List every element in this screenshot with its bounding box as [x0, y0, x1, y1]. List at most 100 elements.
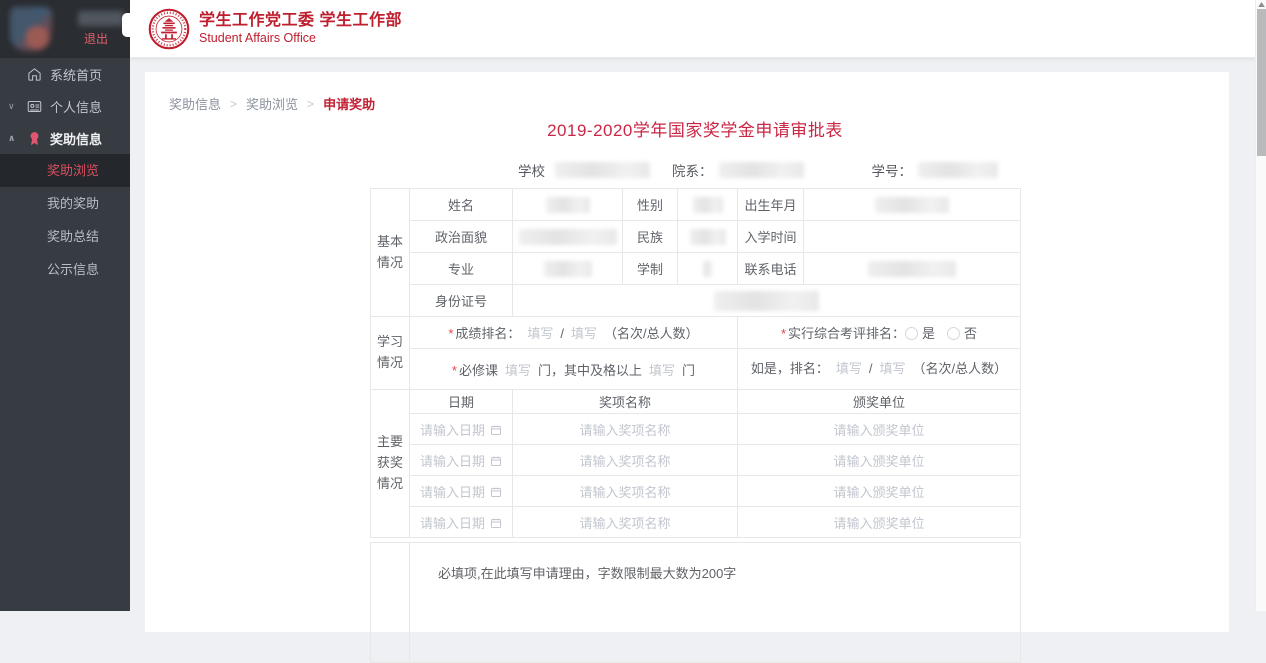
required-mark: * [448, 326, 453, 341]
sidebar-item-home[interactable]: 系统首页 [0, 58, 130, 90]
sidebar-menu: 系统首页 ∨ 个人信息 ∧ 奖助信息 奖助浏览 我的奖助 奖助总结 公示信息 [0, 58, 130, 286]
rank-input[interactable]: 填写 [527, 326, 553, 341]
course-count-input[interactable]: 填写 [505, 363, 531, 378]
award-name-input[interactable]: 请输入奖项名称 [513, 414, 738, 445]
course-pass-input[interactable]: 填写 [649, 363, 675, 378]
gender-label: 性别 [623, 189, 678, 221]
award-unit-input[interactable]: 请输入颁奖单位 [738, 445, 1021, 476]
top-header: 学生工作党工委 学生工作部 Student Affairs Office [130, 0, 1266, 58]
breadcrumb: 奖助信息 > 奖助浏览 > 申请奖助 [169, 94, 375, 113]
sidebar-collapse-handle[interactable] [122, 13, 130, 37]
reason-textarea[interactable]: 必填项,在此填写申请理由，字数限制最大数为200字 [410, 543, 1021, 663]
ifyes-rank-input[interactable]: 填写 [836, 361, 862, 376]
award-name-placeholder: 请输入奖项名称 [579, 423, 670, 438]
award-name-input[interactable]: 请输入奖项名称 [513, 507, 738, 538]
award-date-placeholder: 请输入日期 [420, 485, 485, 500]
required-mark: * [781, 326, 786, 341]
sid-value-redacted [918, 162, 998, 178]
birth-redacted [875, 197, 949, 213]
breadcrumb-award-browse[interactable]: 奖助浏览 [246, 94, 298, 113]
award-name-input[interactable]: 请输入奖项名称 [513, 445, 738, 476]
content-card: 奖助信息 > 奖助浏览 > 申请奖助 2019-2020学年国家奖学金申请审批表… [145, 72, 1229, 632]
award-unit-input[interactable]: 请输入颁奖单位 [738, 476, 1021, 507]
length-value [678, 253, 738, 285]
ethnic-value [678, 221, 738, 253]
university-seal-logo [148, 8, 190, 50]
award-unit-placeholder: 请输入颁奖单位 [833, 454, 924, 469]
award-row: 请输入日期 请输入奖项名称 请输入颁奖单位 [371, 445, 1021, 476]
ethnic-redacted [690, 229, 726, 245]
award-row: 请输入日期 请输入奖项名称 请输入颁奖单位 [371, 476, 1021, 507]
id-redacted [714, 291, 819, 311]
award-unit-placeholder: 请输入颁奖单位 [833, 423, 924, 438]
award-unit-input[interactable]: 请输入颁奖单位 [738, 414, 1021, 445]
calendar-icon [490, 517, 502, 529]
scroll-up-arrow-icon [1258, 2, 1265, 7]
radio-yes[interactable] [905, 327, 918, 340]
gender-redacted [693, 197, 723, 213]
rank-total-input[interactable]: 填写 [571, 326, 597, 341]
award-date-input[interactable]: 请输入日期 [410, 507, 513, 538]
dept-value-redacted [719, 162, 804, 178]
sidebar-sub-award-summary[interactable]: 奖助总结 [0, 220, 130, 253]
length-label: 学制 [623, 253, 678, 285]
sidebar-item-label: 系统首页 [50, 65, 102, 84]
ifyes-label: 如是，排名： [751, 361, 829, 376]
award-date-input[interactable]: 请输入日期 [410, 414, 513, 445]
award-date-input[interactable]: 请输入日期 [410, 476, 513, 507]
ifyes-row: 如是，排名： 填写 / 填写 （名次/总人数） [738, 349, 1021, 390]
award-name-placeholder: 请输入奖项名称 [579, 454, 670, 469]
sidebar-item-label: 奖助信息 [50, 129, 102, 148]
award-date-header: 日期 [410, 390, 513, 414]
form-head-row: 学校 院系： 学号： [370, 160, 1020, 180]
award-date-placeholder: 请输入日期 [420, 516, 485, 531]
radio-no-label[interactable]: 否 [964, 326, 977, 341]
breadcrumb-separator: > [230, 97, 237, 111]
radio-no[interactable] [947, 327, 960, 340]
award-date-placeholder: 请输入日期 [420, 423, 485, 438]
school-label: 学校 [518, 160, 545, 180]
comprehensive-label: 实行综合考评排名： [788, 326, 905, 341]
school-value-redacted [555, 162, 650, 178]
breadcrumb-award-info[interactable]: 奖助信息 [169, 94, 221, 113]
sidebar-sub-public-info[interactable]: 公示信息 [0, 253, 130, 286]
ifyes-note: （名次/总人数） [913, 361, 1008, 376]
award-unit-placeholder: 请输入颁奖单位 [833, 485, 924, 500]
id-card-icon [27, 99, 42, 114]
group-basic-info: 基本情况 [371, 189, 410, 317]
calendar-icon [490, 455, 502, 467]
award-date-placeholder: 请输入日期 [420, 454, 485, 469]
course-row: *必修课填写门，其中及格以上填写门 [410, 349, 738, 390]
name-label: 姓名 [410, 189, 513, 221]
brand: 学生工作党工委 学生工作部 Student Affairs Office [148, 8, 402, 50]
radio-yes-label[interactable]: 是 [922, 326, 935, 341]
ifyes-total-input[interactable]: 填写 [880, 361, 906, 376]
name-redacted [546, 197, 590, 213]
logout-button[interactable]: 退出 [84, 30, 108, 47]
group-awards: 主要获奖情况 [371, 390, 410, 538]
award-name-header: 奖项名称 [513, 390, 738, 414]
window-scrollbar[interactable] [1255, 0, 1266, 611]
phone-value [804, 253, 1021, 285]
sidebar-item-award[interactable]: ∧ 奖助信息 [0, 122, 130, 154]
course-label: 必修课 [459, 363, 498, 378]
award-unit-header: 颁奖单位 [738, 390, 1021, 414]
award-date-input[interactable]: 请输入日期 [410, 445, 513, 476]
scrollbar-thumb[interactable] [1257, 9, 1266, 156]
rank-note: （名次/总人数） [604, 326, 699, 341]
required-mark: * [452, 363, 457, 378]
award-name-input[interactable]: 请输入奖项名称 [513, 476, 738, 507]
scroll-up-button[interactable] [1256, 0, 1266, 9]
sidebar-sub-award-browse[interactable]: 奖助浏览 [0, 154, 130, 187]
sidebar-user-panel: 退出 [0, 0, 130, 58]
ifyes-slash: / [869, 361, 873, 376]
sidebar-item-personal[interactable]: ∨ 个人信息 [0, 90, 130, 122]
id-label: 身份证号 [410, 285, 513, 317]
birth-value [804, 189, 1021, 221]
name-value [513, 189, 623, 221]
id-value [513, 285, 1021, 317]
political-redacted [519, 229, 617, 245]
award-unit-input[interactable]: 请输入颁奖单位 [738, 507, 1021, 538]
breadcrumb-separator: > [307, 97, 314, 111]
sidebar-sub-my-awards[interactable]: 我的奖助 [0, 187, 130, 220]
